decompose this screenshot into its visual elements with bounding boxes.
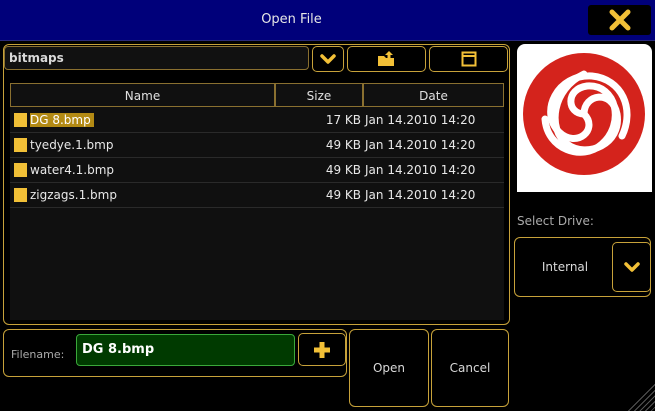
file-date: Jan 14.2010 14:20 [365,113,476,127]
column-header-size[interactable]: Size [275,83,363,107]
chevron-down-icon [623,262,640,272]
swirl-preview-image [523,53,645,175]
column-header-date[interactable]: Date [363,83,504,107]
drive-value[interactable]: Internal [520,238,610,296]
select-drive-label: Select Drive: [517,214,594,228]
file-name: zigzags.1.bmp [30,188,117,202]
resize-grip[interactable] [625,380,655,411]
view-mode-button[interactable] [429,46,508,72]
close-icon [609,9,630,31]
table-row[interactable]: water4.1.bmp 49 KB Jan 14.2010 14:20 [10,158,504,183]
folder-up-button[interactable] [347,46,426,72]
path-field[interactable]: bitmaps [4,46,309,70]
file-date: Jan 14.2010 14:20 [365,138,476,152]
file-date: Jan 14.2010 14:20 [365,188,476,202]
file-icon [14,138,27,152]
file-date: Jan 14.2010 14:20 [365,163,476,177]
table-row[interactable]: zigzags.1.bmp 49 KB Jan 14.2010 14:20 [10,183,504,208]
file-table: Name Size Date DG 8.bmp 17 KB Jan 14.201… [10,83,504,320]
table-row[interactable]: tyedye.1.bmp 49 KB Jan 14.2010 14:20 [10,133,504,158]
folder-up-icon [377,51,394,66]
title-bar: Open File [0,0,655,41]
filename-label: Filename: [11,348,65,361]
chevron-down-icon [320,54,336,64]
open-button[interactable]: Open [349,329,429,407]
path-dropdown-button[interactable] [312,46,344,72]
table-body: DG 8.bmp 17 KB Jan 14.2010 14:20 tyedye.… [10,108,504,208]
close-button[interactable] [588,5,651,35]
drive-dropdown-button[interactable] [612,242,651,292]
file-name-cell: tyedye.1.bmp [10,138,275,152]
file-size: 49 KB [325,188,361,202]
cancel-button[interactable]: Cancel [431,329,509,407]
file-name-cell: water4.1.bmp [10,163,275,177]
image-preview [517,44,652,192]
file-icon [14,113,27,127]
file-size: 17 KB [325,113,361,127]
file-icon [14,163,27,177]
filename-input[interactable]: DG 8.bmp [76,334,295,366]
file-name-cell: DG 8.bmp [10,113,275,127]
window-title: Open File [261,12,322,27]
table-row[interactable]: DG 8.bmp 17 KB Jan 14.2010 14:20 [10,108,504,133]
file-name: water4.1.bmp [30,163,115,177]
file-icon [14,188,27,202]
file-name: DG 8.bmp [30,113,94,127]
add-button[interactable] [298,333,346,366]
file-name-cell: zigzags.1.bmp [10,188,275,202]
file-size: 49 KB [325,163,361,177]
plus-icon [314,341,330,358]
file-name: tyedye.1.bmp [30,138,114,152]
column-header-name[interactable]: Name [10,83,275,107]
window-icon [461,51,476,67]
table-header: Name Size Date [10,83,504,107]
file-size: 49 KB [325,138,361,152]
